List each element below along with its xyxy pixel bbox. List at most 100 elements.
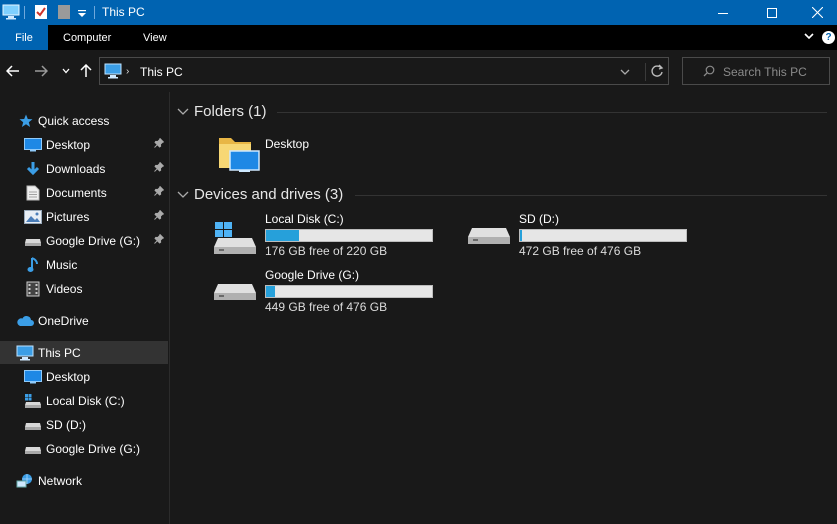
star-icon <box>17 113 35 129</box>
recent-locations-button[interactable] <box>57 62 75 80</box>
sidebar-item-onedrive[interactable]: OneDrive <box>0 309 168 332</box>
sidebar-item-label: Pictures <box>46 209 90 224</box>
drive-free-space: 176 GB free of 220 GB <box>265 244 388 258</box>
sidebar-item-pictures[interactable]: Pictures <box>0 205 168 228</box>
expand-ribbon-icon[interactable] <box>803 30 815 45</box>
sidebar-item-music[interactable]: Music <box>0 253 168 276</box>
sidebar-item-label: Network <box>38 473 83 488</box>
desktop-icon <box>24 137 42 153</box>
drive-usage-bar <box>265 285 433 298</box>
drive-item-sd[interactable]: SD (D:) 472 GB free of 476 GB <box>425 212 687 260</box>
new-folder-icon[interactable] <box>57 4 71 23</box>
group-title: Devices and drives (3) <box>194 186 344 203</box>
drives-group-header[interactable]: Devices and drives (3) <box>177 183 827 207</box>
sidebar-item-google-drive[interactable]: Google Drive (G:) <box>0 229 168 252</box>
refresh-icon[interactable] <box>645 63 664 81</box>
drive-free-space: 449 GB free of 476 GB <box>265 300 388 314</box>
sidebar-item-quick-access[interactable]: Quick access <box>0 109 168 132</box>
minimize-button[interactable] <box>700 0 746 25</box>
sidebar-item-label: Videos <box>46 281 83 296</box>
breadcrumb-chevron-icon[interactable]: › <box>126 66 129 77</box>
windows-drive-icon <box>213 222 257 259</box>
window-title: This PC <box>102 5 145 19</box>
music-note-icon <box>24 256 42 273</box>
pin-icon[interactable] <box>154 209 165 223</box>
sidebar-item-documents[interactable]: Documents <box>0 181 168 204</box>
forward-button[interactable] <box>32 62 50 80</box>
sidebar-item-videos[interactable]: Videos <box>0 277 168 300</box>
pin-icon[interactable] <box>154 233 165 247</box>
search-icon <box>703 65 715 80</box>
videos-icon <box>24 281 42 297</box>
search-input[interactable]: Search This PC <box>682 57 830 85</box>
this-pc-icon[interactable] <box>2 4 20 23</box>
tab-view[interactable]: View <box>143 25 167 50</box>
sidebar-item-label: Google Drive (G:) <box>46 233 141 248</box>
breadcrumb[interactable]: This PC <box>140 65 183 79</box>
sidebar-item-label: Desktop <box>46 369 91 384</box>
sidebar-item-label: Desktop <box>46 137 91 152</box>
sidebar-item-label: Google Drive (G:) <box>46 441 141 456</box>
pictures-icon <box>24 209 42 225</box>
chevron-down-icon[interactable] <box>177 189 189 203</box>
pin-icon[interactable] <box>154 185 165 199</box>
properties-icon[interactable] <box>34 4 48 23</box>
customize-dropdown-icon[interactable] <box>77 8 87 22</box>
desktop-folder-icon <box>217 132 261 177</box>
drive-icon <box>467 226 511 249</box>
folders-group-header[interactable]: Folders (1) <box>177 100 827 124</box>
divider <box>277 112 827 113</box>
back-button[interactable] <box>4 62 22 80</box>
sidebar-item-local-disk[interactable]: Local Disk (C:) <box>0 389 168 412</box>
sidebar-item-pc-google-drive[interactable]: Google Drive (G:) <box>0 437 168 460</box>
this-pc-icon <box>104 63 122 82</box>
drive-name: Google Drive (G:) <box>265 268 360 282</box>
divider <box>355 195 827 196</box>
sidebar-item-desktop[interactable]: Desktop <box>0 133 168 156</box>
sidebar-item-label: Quick access <box>38 113 110 128</box>
chevron-down-icon <box>62 68 70 74</box>
sidebar-item-sd[interactable]: SD (D:) <box>0 413 168 436</box>
sidebar-item-this-pc[interactable]: This PC <box>0 341 168 364</box>
drive-icon <box>24 233 42 249</box>
this-pc-icon <box>16 345 34 361</box>
sidebar-item-network[interactable]: Network <box>0 469 168 492</box>
tab-file[interactable]: File <box>0 25 48 50</box>
close-icon <box>811 7 823 18</box>
pin-icon[interactable] <box>154 161 165 175</box>
search-placeholder: Search This PC <box>723 65 807 79</box>
sidebar-item-pc-desktop[interactable]: Desktop <box>0 365 168 388</box>
address-bar[interactable]: › This PC <box>99 57 669 85</box>
drive-name: SD (D:) <box>519 212 559 226</box>
drive-free-space: 472 GB free of 476 GB <box>519 244 642 258</box>
toolbar-separator <box>24 6 25 19</box>
pin-icon[interactable] <box>154 137 165 151</box>
close-button[interactable] <box>794 0 837 25</box>
chevron-down-icon[interactable] <box>177 106 189 120</box>
tab-computer[interactable]: Computer <box>63 25 111 50</box>
sidebar-item-downloads[interactable]: Downloads <box>0 157 168 180</box>
drive-icon <box>24 441 42 457</box>
download-arrow-icon <box>24 161 42 177</box>
desktop-icon <box>24 369 42 385</box>
drive-icon <box>24 393 42 409</box>
back-arrow-icon <box>6 65 19 77</box>
toolbar-separator <box>94 6 95 19</box>
forward-arrow-icon <box>35 65 48 77</box>
help-icon[interactable]: ? <box>822 31 835 44</box>
group-title: Folders (1) <box>194 103 267 120</box>
up-button[interactable] <box>77 62 95 80</box>
drive-usage-fill <box>266 230 299 241</box>
address-dropdown-icon[interactable] <box>620 65 630 79</box>
content-pane: Folders (1) Desktop Devices and drives (… <box>171 92 837 524</box>
drive-item-google-drive[interactable]: Google Drive (G:) 449 GB free of 476 GB <box>171 268 433 316</box>
minimize-icon <box>718 12 728 14</box>
drive-usage-bar <box>265 229 433 242</box>
folder-item-desktop[interactable]: Desktop <box>171 130 411 176</box>
documents-icon <box>24 185 42 201</box>
drive-item-local-disk[interactable]: Local Disk (C:) 176 GB free of 220 GB <box>171 212 433 260</box>
maximize-icon <box>767 7 777 18</box>
sidebar-item-label: Local Disk (C:) <box>46 393 125 408</box>
maximize-button[interactable] <box>749 0 795 25</box>
sidebar-item-label: This PC <box>38 345 81 360</box>
